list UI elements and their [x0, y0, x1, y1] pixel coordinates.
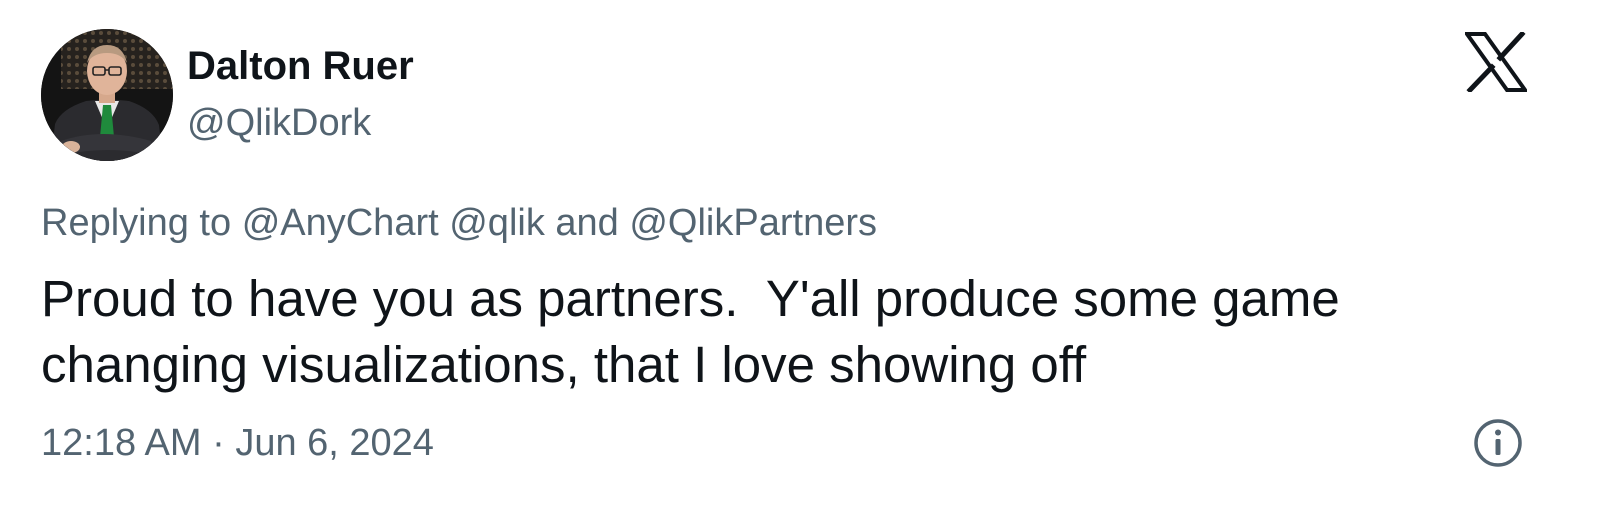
avatar-image — [41, 29, 173, 161]
tweet-timestamp[interactable]: 12:18 AM · Jun 6, 2024 — [41, 420, 434, 466]
mention-qlik[interactable]: @qlik — [449, 202, 545, 244]
x-logo-icon[interactable] — [1465, 32, 1527, 92]
tweet-text: Proud to have you as partners. Y'all pro… — [41, 270, 1354, 393]
replying-to-label: Replying to — [41, 202, 232, 244]
author-handle[interactable]: @QlikDork — [187, 100, 371, 146]
author-name[interactable]: Dalton Ruer — [187, 42, 414, 90]
mention-qlikpartners[interactable]: @QlikPartners — [629, 202, 877, 244]
avatar[interactable] — [41, 29, 173, 161]
replying-to-conjunction: and — [555, 202, 619, 244]
info-icon[interactable] — [1473, 418, 1523, 468]
mention-anychart[interactable]: @AnyChart — [242, 202, 439, 244]
tweet-card: Dalton Ruer @QlikDork Replying to @AnyCh… — [0, 0, 1610, 508]
replying-to-line: Replying to @AnyChart @qlik and @QlikPar… — [41, 200, 877, 246]
